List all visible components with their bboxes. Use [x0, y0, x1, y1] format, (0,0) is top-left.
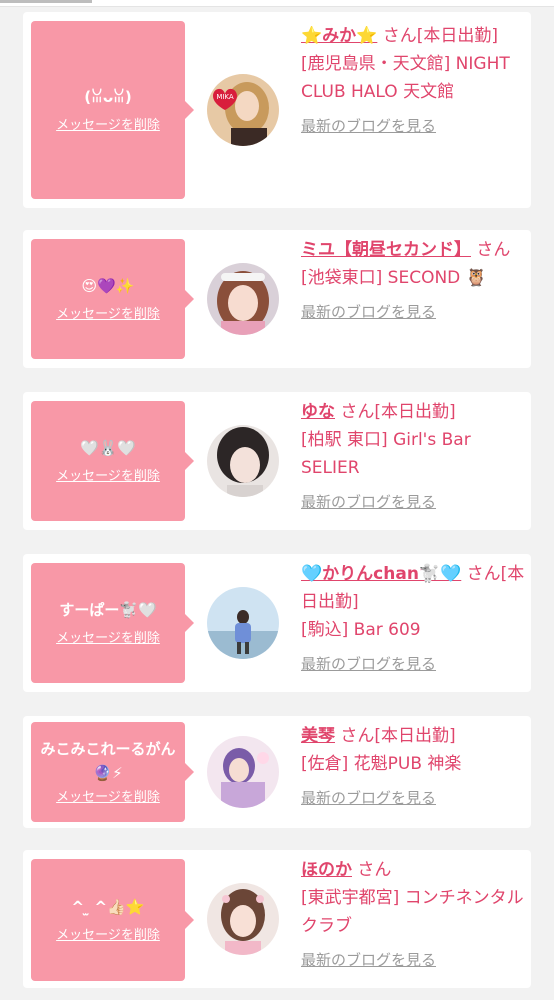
cast-status: さん[本日出勤] — [335, 726, 456, 746]
avatar[interactable] — [207, 587, 279, 659]
delete-message-link[interactable]: メッセージを削除 — [56, 306, 160, 324]
message-bubble: (ꈍᴗꈍ) メッセージを削除 — [31, 21, 194, 199]
cast-name-link[interactable]: ミユ【朝昼セカンド】 — [301, 240, 471, 260]
avatar[interactable] — [207, 736, 279, 808]
avatar[interactable] — [207, 263, 279, 335]
delete-message-link[interactable]: メッセージを削除 — [56, 468, 160, 486]
shop-location: [東武宇都宮] コンチネンタルクラブ — [301, 888, 524, 936]
list-item: 😍💜✨ メッセージを削除 ミユ【朝昼セカンド】 さん [池袋東口] SECOND… — [23, 230, 531, 368]
latest-blog-link[interactable]: 最新のブログを見る — [301, 298, 525, 326]
latest-blog-link[interactable]: 最新のブログを見る — [301, 488, 525, 516]
shop-location: [佐倉] 花魁PUB 神楽 — [301, 754, 462, 774]
cast-name-link[interactable]: ⭐みか⭐ — [301, 26, 377, 46]
cast-name-link[interactable]: ほのか — [301, 860, 352, 880]
cast-name-link[interactable]: 🩵かりんchan🐩🩵 — [301, 564, 461, 584]
message-text: みこみこれーるがん🔮⚡ — [40, 740, 176, 782]
message-bubble: ^ ̫ ^👍🏻⭐ メッセージを削除 — [31, 859, 194, 981]
list-item: (ꈍᴗꈍ) メッセージを削除 MIKA ⭐みか⭐ さん[本日出勤] [鹿児島県・… — [23, 12, 531, 208]
message-text: すーぱー🐩🤍 — [59, 601, 157, 619]
avatar[interactable] — [207, 425, 279, 497]
avatar[interactable] — [207, 883, 279, 955]
message-bubble: みこみこれーるがん🔮⚡ メッセージを削除 — [31, 722, 194, 822]
cast-status: さん — [352, 860, 392, 880]
shop-location: [柏駅 東口] Girl's Bar SELIER — [301, 430, 471, 478]
delete-message-link[interactable]: メッセージを削除 — [56, 117, 160, 135]
message-bubble: すーぱー🐩🤍 メッセージを削除 — [31, 563, 194, 683]
avatar[interactable]: MIKA — [207, 74, 279, 146]
cast-status: さん — [471, 240, 511, 260]
list-item: みこみこれーるがん🔮⚡ メッセージを削除 美琴 さん[本日出勤] [佐倉] 花魁… — [23, 716, 531, 828]
message-text: (ꈍᴗꈍ) — [84, 88, 132, 106]
shop-location: [池袋東口] SECOND 🦉 — [301, 268, 487, 288]
message-text: 😍💜✨ — [81, 277, 135, 295]
message-bubble: 😍💜✨ メッセージを削除 — [31, 239, 194, 359]
cast-status: さん[本日出勤] — [335, 402, 456, 422]
shop-location: [鹿児島県・天文館] NIGHT CLUB HALO 天文館 — [301, 54, 510, 102]
list-item: ^ ̫ ^👍🏻⭐ メッセージを削除 ほのか さん [東武宇都宮] コンチネンタル… — [23, 850, 531, 988]
top-scroll-indicator — [0, 0, 554, 7]
shop-location: [駒込] Bar 609 — [301, 620, 421, 640]
latest-blog-link[interactable]: 最新のブログを見る — [301, 946, 525, 974]
cast-status: さん[本日出勤] — [377, 26, 499, 46]
list-item: すーぱー🐩🤍 メッセージを削除 🩵かりんchan🐩🩵 さん[本日出勤] [駒込]… — [23, 554, 531, 692]
svg-text:MIKA: MIKA — [216, 93, 234, 101]
latest-blog-link[interactable]: 最新のブログを見る — [301, 112, 525, 140]
cast-name-link[interactable]: ゆな — [301, 402, 335, 422]
message-bubble: 🤍🐰🤍 メッセージを削除 — [31, 401, 194, 521]
delete-message-link[interactable]: メッセージを削除 — [56, 630, 160, 648]
message-text: ^ ̫ ^👍🏻⭐ — [71, 898, 145, 916]
latest-blog-link[interactable]: 最新のブログを見る — [301, 784, 525, 812]
delete-message-link[interactable]: メッセージを削除 — [56, 789, 160, 807]
latest-blog-link[interactable]: 最新のブログを見る — [301, 650, 525, 678]
list-item: 🤍🐰🤍 メッセージを削除 ゆな さん[本日出勤] [柏駅 東口] Girl's … — [23, 392, 531, 530]
delete-message-link[interactable]: メッセージを削除 — [56, 927, 160, 945]
message-text: 🤍🐰🤍 — [79, 439, 137, 457]
cast-name-link[interactable]: 美琴 — [301, 726, 335, 746]
